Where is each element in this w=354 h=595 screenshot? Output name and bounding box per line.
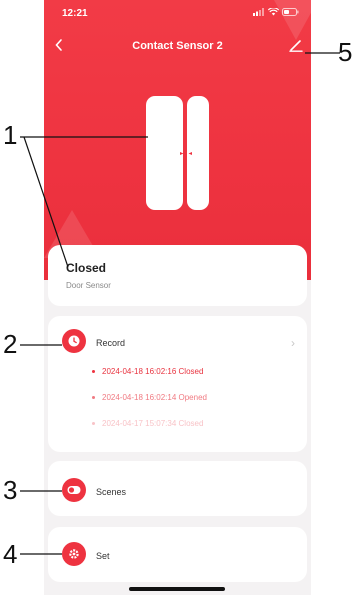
callout-1: 1 (3, 120, 18, 150)
callout-2: 2 (3, 329, 18, 359)
callout-3: 3 (3, 475, 18, 505)
callout-4: 4 (3, 539, 18, 569)
callout-5: 5 (338, 37, 353, 67)
annotation-lines (20, 52, 340, 555)
